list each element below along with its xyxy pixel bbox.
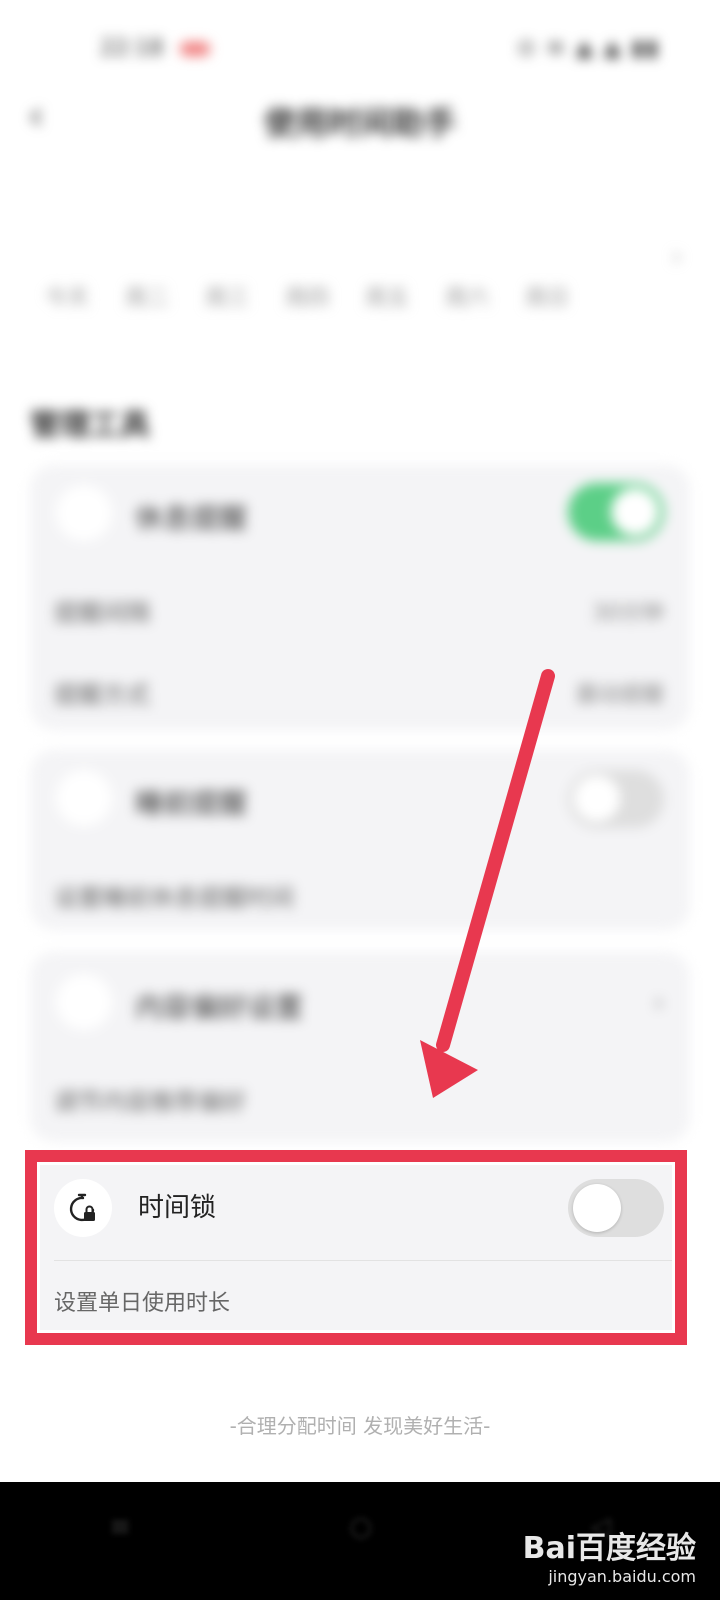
- menu-icon[interactable]: ≡: [109, 1512, 131, 1552]
- footer-tagline: -合理分配时间 发现美好生活-: [229, 1414, 491, 1438]
- annotation-arrow: [420, 669, 555, 1098]
- system-nav-bar: ≡ ○ ◁ Bai百度经验 jingyan.baidu.com: [0, 1482, 720, 1600]
- watermark: Bai百度经验 jingyan.baidu.com: [523, 1523, 696, 1586]
- home-icon[interactable]: ○: [350, 1512, 373, 1552]
- watermark-url: jingyan.baidu.com: [548, 1567, 696, 1586]
- watermark-brand: Bai百度经验: [522, 1531, 696, 1566]
- highlight-frame: [25, 1150, 687, 1345]
